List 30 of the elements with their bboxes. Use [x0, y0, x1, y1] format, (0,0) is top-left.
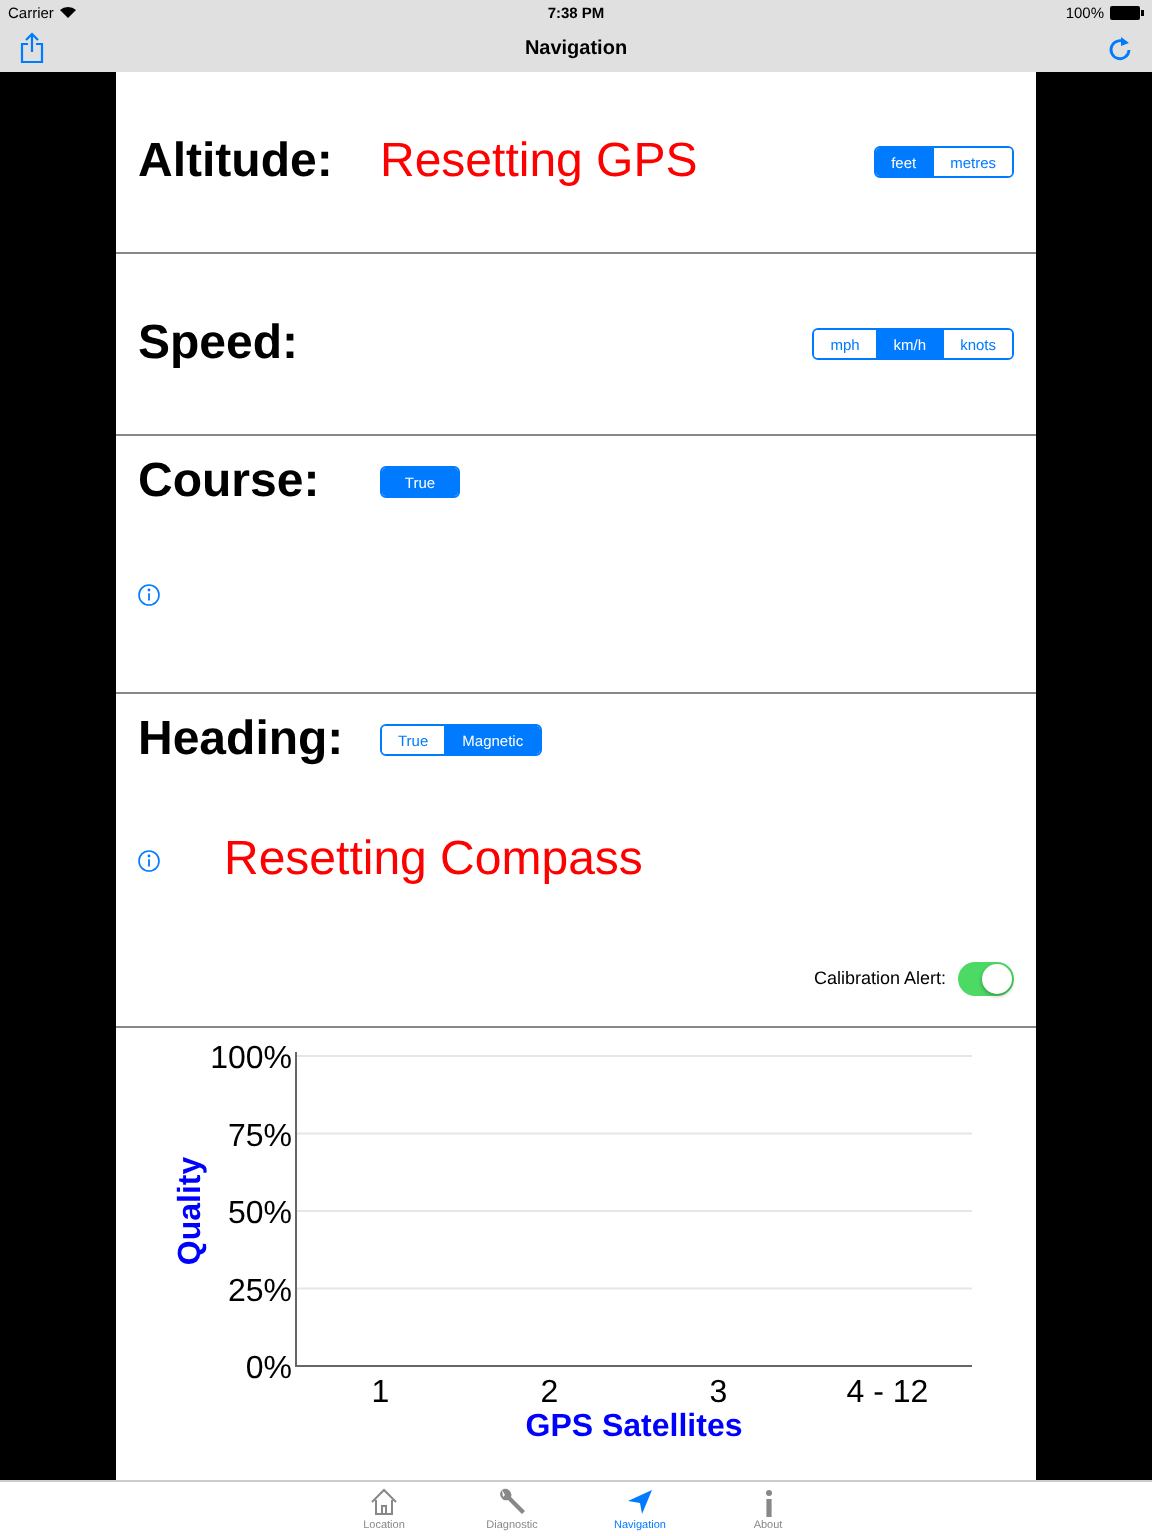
section-label: Heading:: [138, 712, 346, 768]
refresh-icon[interactable]: [1108, 34, 1132, 62]
section-label: Altitude:: [138, 134, 335, 190]
x-tick-label: 1: [371, 1376, 390, 1410]
y-axis-title: Quality: [174, 1156, 208, 1266]
y-tick-label: 75%: [227, 1119, 292, 1154]
info-icon[interactable]: [138, 583, 160, 605]
arrow-icon: [624, 1486, 656, 1518]
status-message: Resetting GPS: [380, 134, 698, 190]
wrench-icon: [496, 1486, 528, 1518]
info-icon[interactable]: [138, 849, 160, 871]
toggle-switch[interactable]: [958, 961, 1014, 995]
wifi-icon: [59, 6, 76, 18]
status-message: Resetting Compass: [224, 832, 643, 888]
x-tick-label: 2: [540, 1376, 559, 1410]
section-label: Speed:: [138, 316, 301, 372]
y-tick-label: 100%: [210, 1042, 292, 1076]
house-icon: [368, 1486, 400, 1518]
x-tick-label: 3: [709, 1376, 728, 1410]
y-tick-label: 25%: [227, 1274, 292, 1309]
x-tick-label: 4 - 12: [846, 1376, 929, 1410]
x-axis-title: GPS Satellites: [525, 1410, 743, 1444]
y-tick-label: 0%: [245, 1352, 292, 1386]
share-icon[interactable]: [20, 32, 44, 64]
toggle-label: Calibration Alert:: [813, 968, 946, 988]
nav-title: Navigation: [524, 37, 628, 59]
section-label: Course:: [138, 454, 322, 510]
info-icon: [765, 1490, 771, 1518]
battery-icon: [1110, 5, 1144, 19]
y-tick-label: 50%: [227, 1197, 292, 1231]
